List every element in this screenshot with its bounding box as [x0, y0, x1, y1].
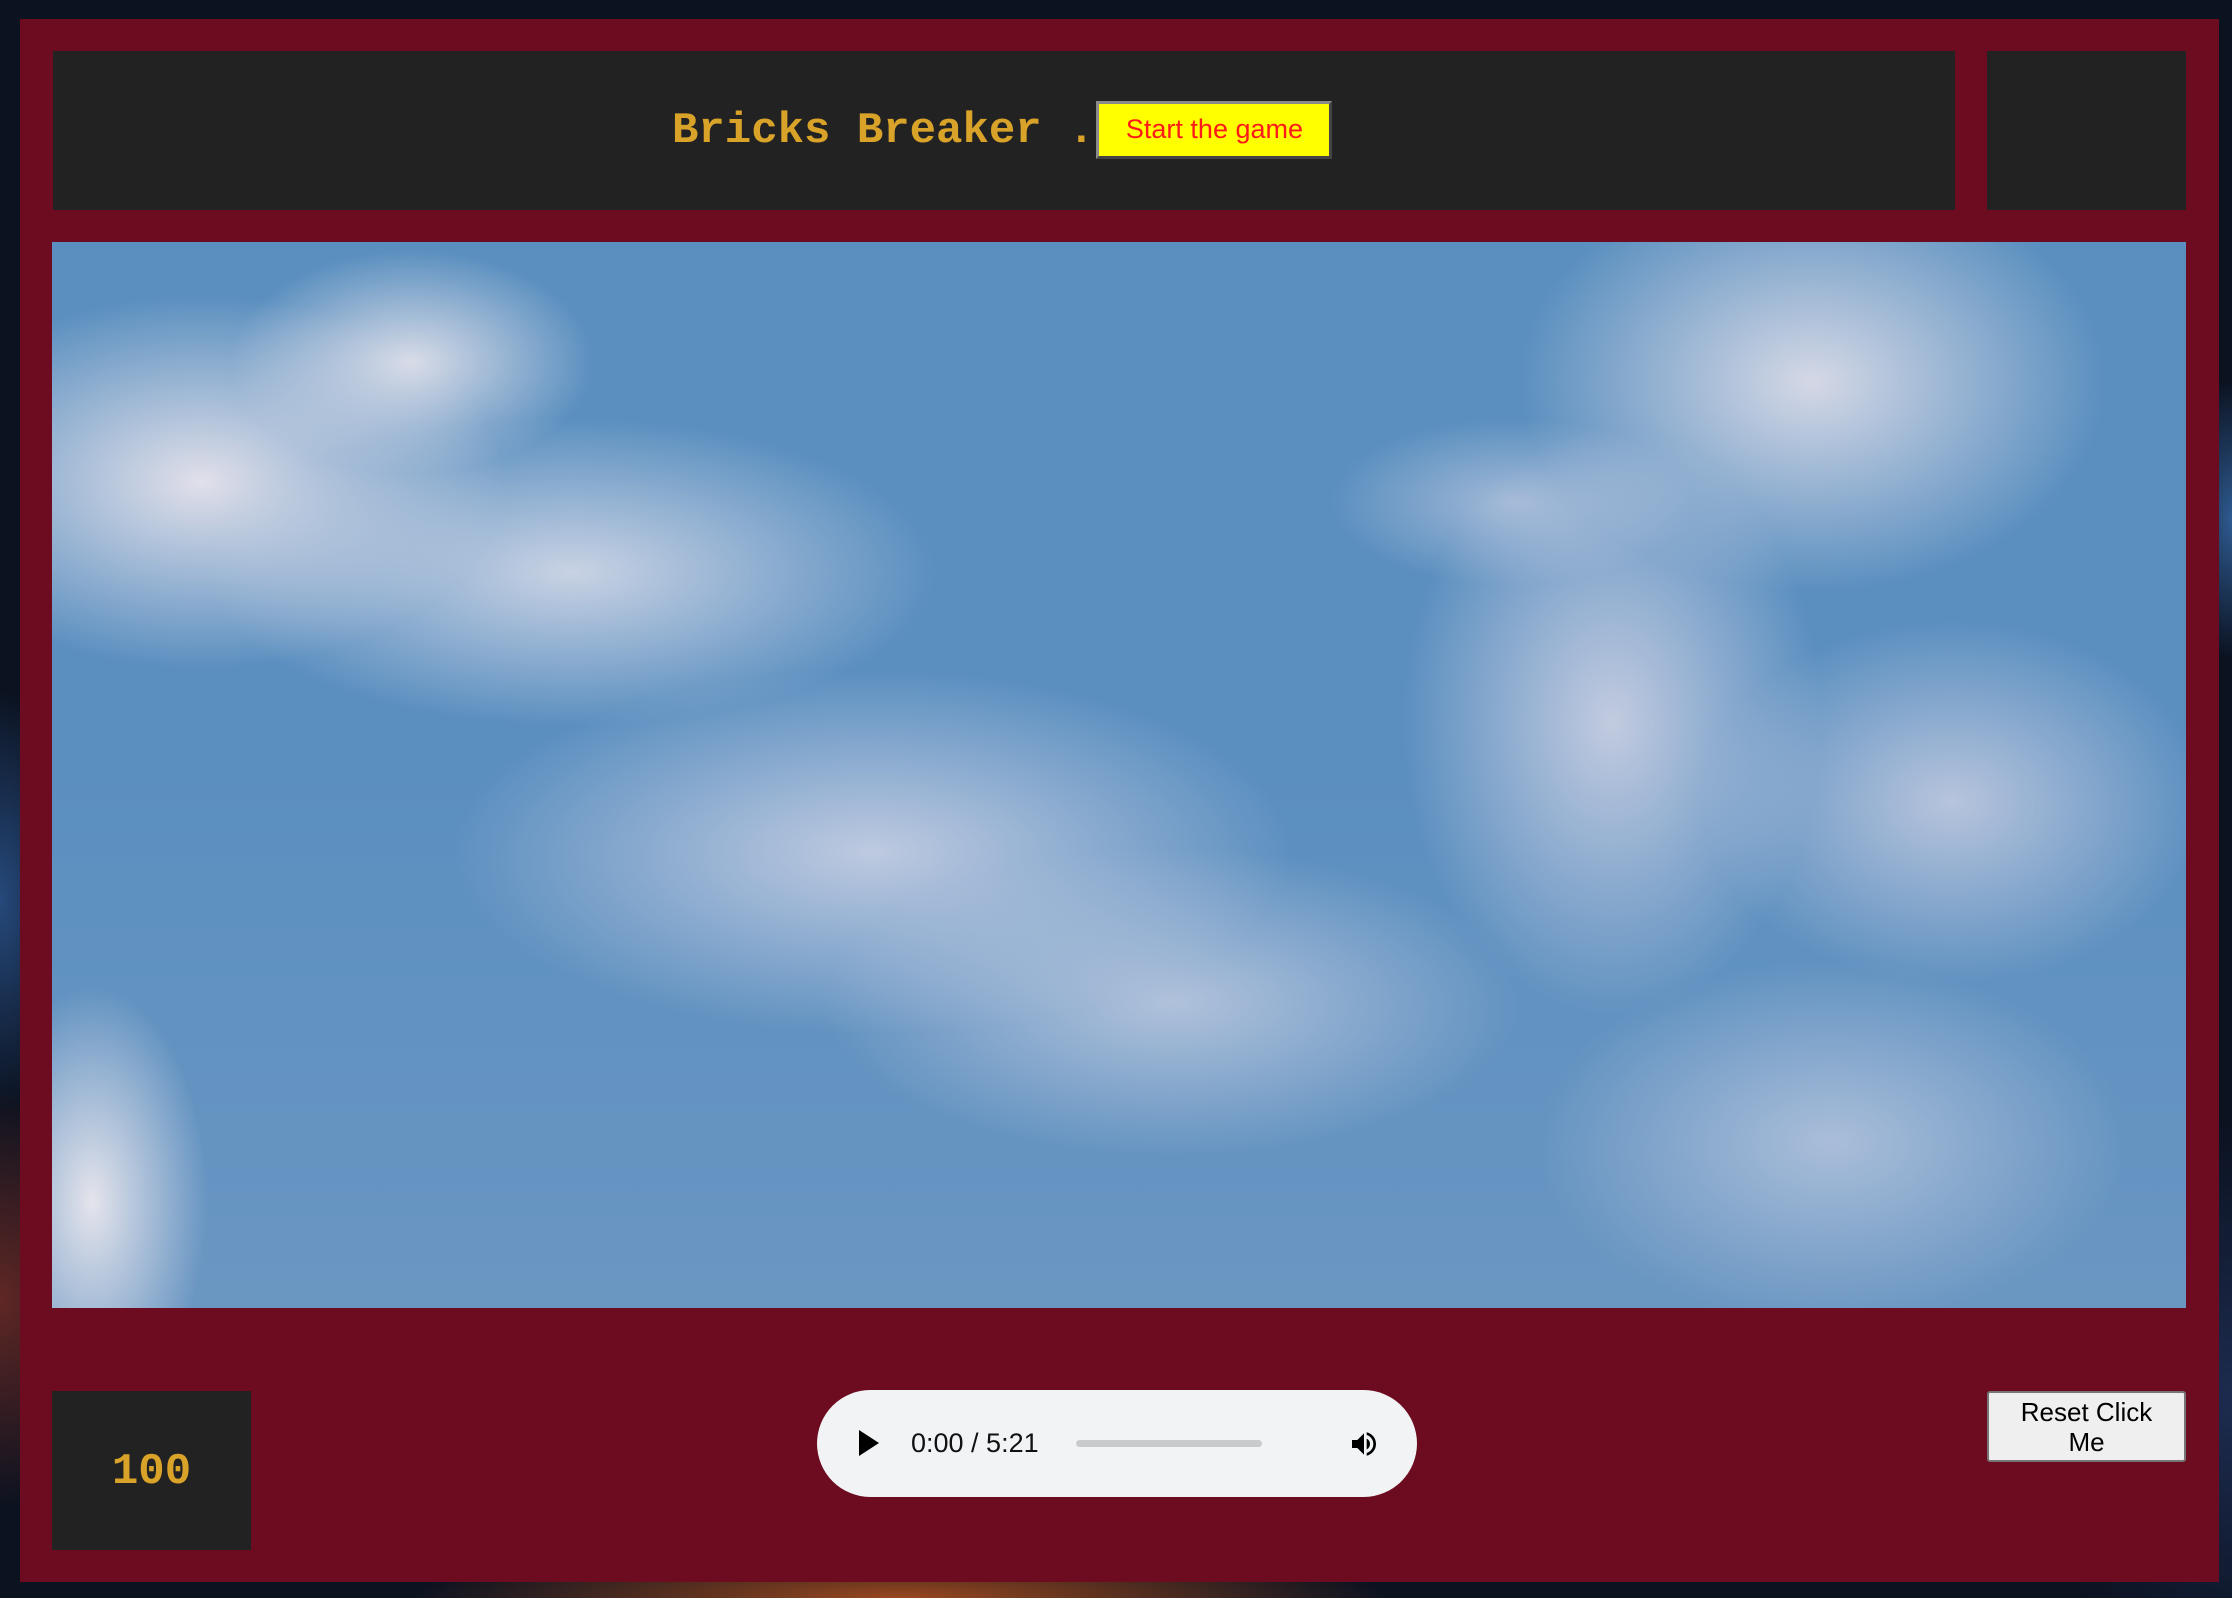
- game-stage-canvas[interactable]: [52, 242, 2186, 1308]
- score-value: 100: [111, 1446, 192, 1497]
- side-panel: [1987, 51, 2186, 210]
- audio-time-display: 0:00 / 5:21: [911, 1428, 1039, 1458]
- reset-button[interactable]: Reset Click Me: [1987, 1391, 2186, 1462]
- play-icon[interactable]: [859, 1430, 879, 1456]
- game-title: Bricks Breaker .: [672, 105, 1095, 156]
- start-game-button[interactable]: Start the game: [1096, 100, 1333, 159]
- title-row: Bricks Breaker . Start the game: [672, 51, 1333, 210]
- score-panel: 100: [52, 1391, 251, 1550]
- audio-progress-bar[interactable]: [1076, 1440, 1262, 1447]
- game-frame: Bricks Breaker . Start the game 100 0:00…: [20, 19, 2219, 1582]
- header-panel: Bricks Breaker . Start the game: [53, 51, 1955, 210]
- volume-icon[interactable]: [1347, 1428, 1381, 1460]
- audio-player[interactable]: 0:00 / 5:21: [817, 1390, 1417, 1497]
